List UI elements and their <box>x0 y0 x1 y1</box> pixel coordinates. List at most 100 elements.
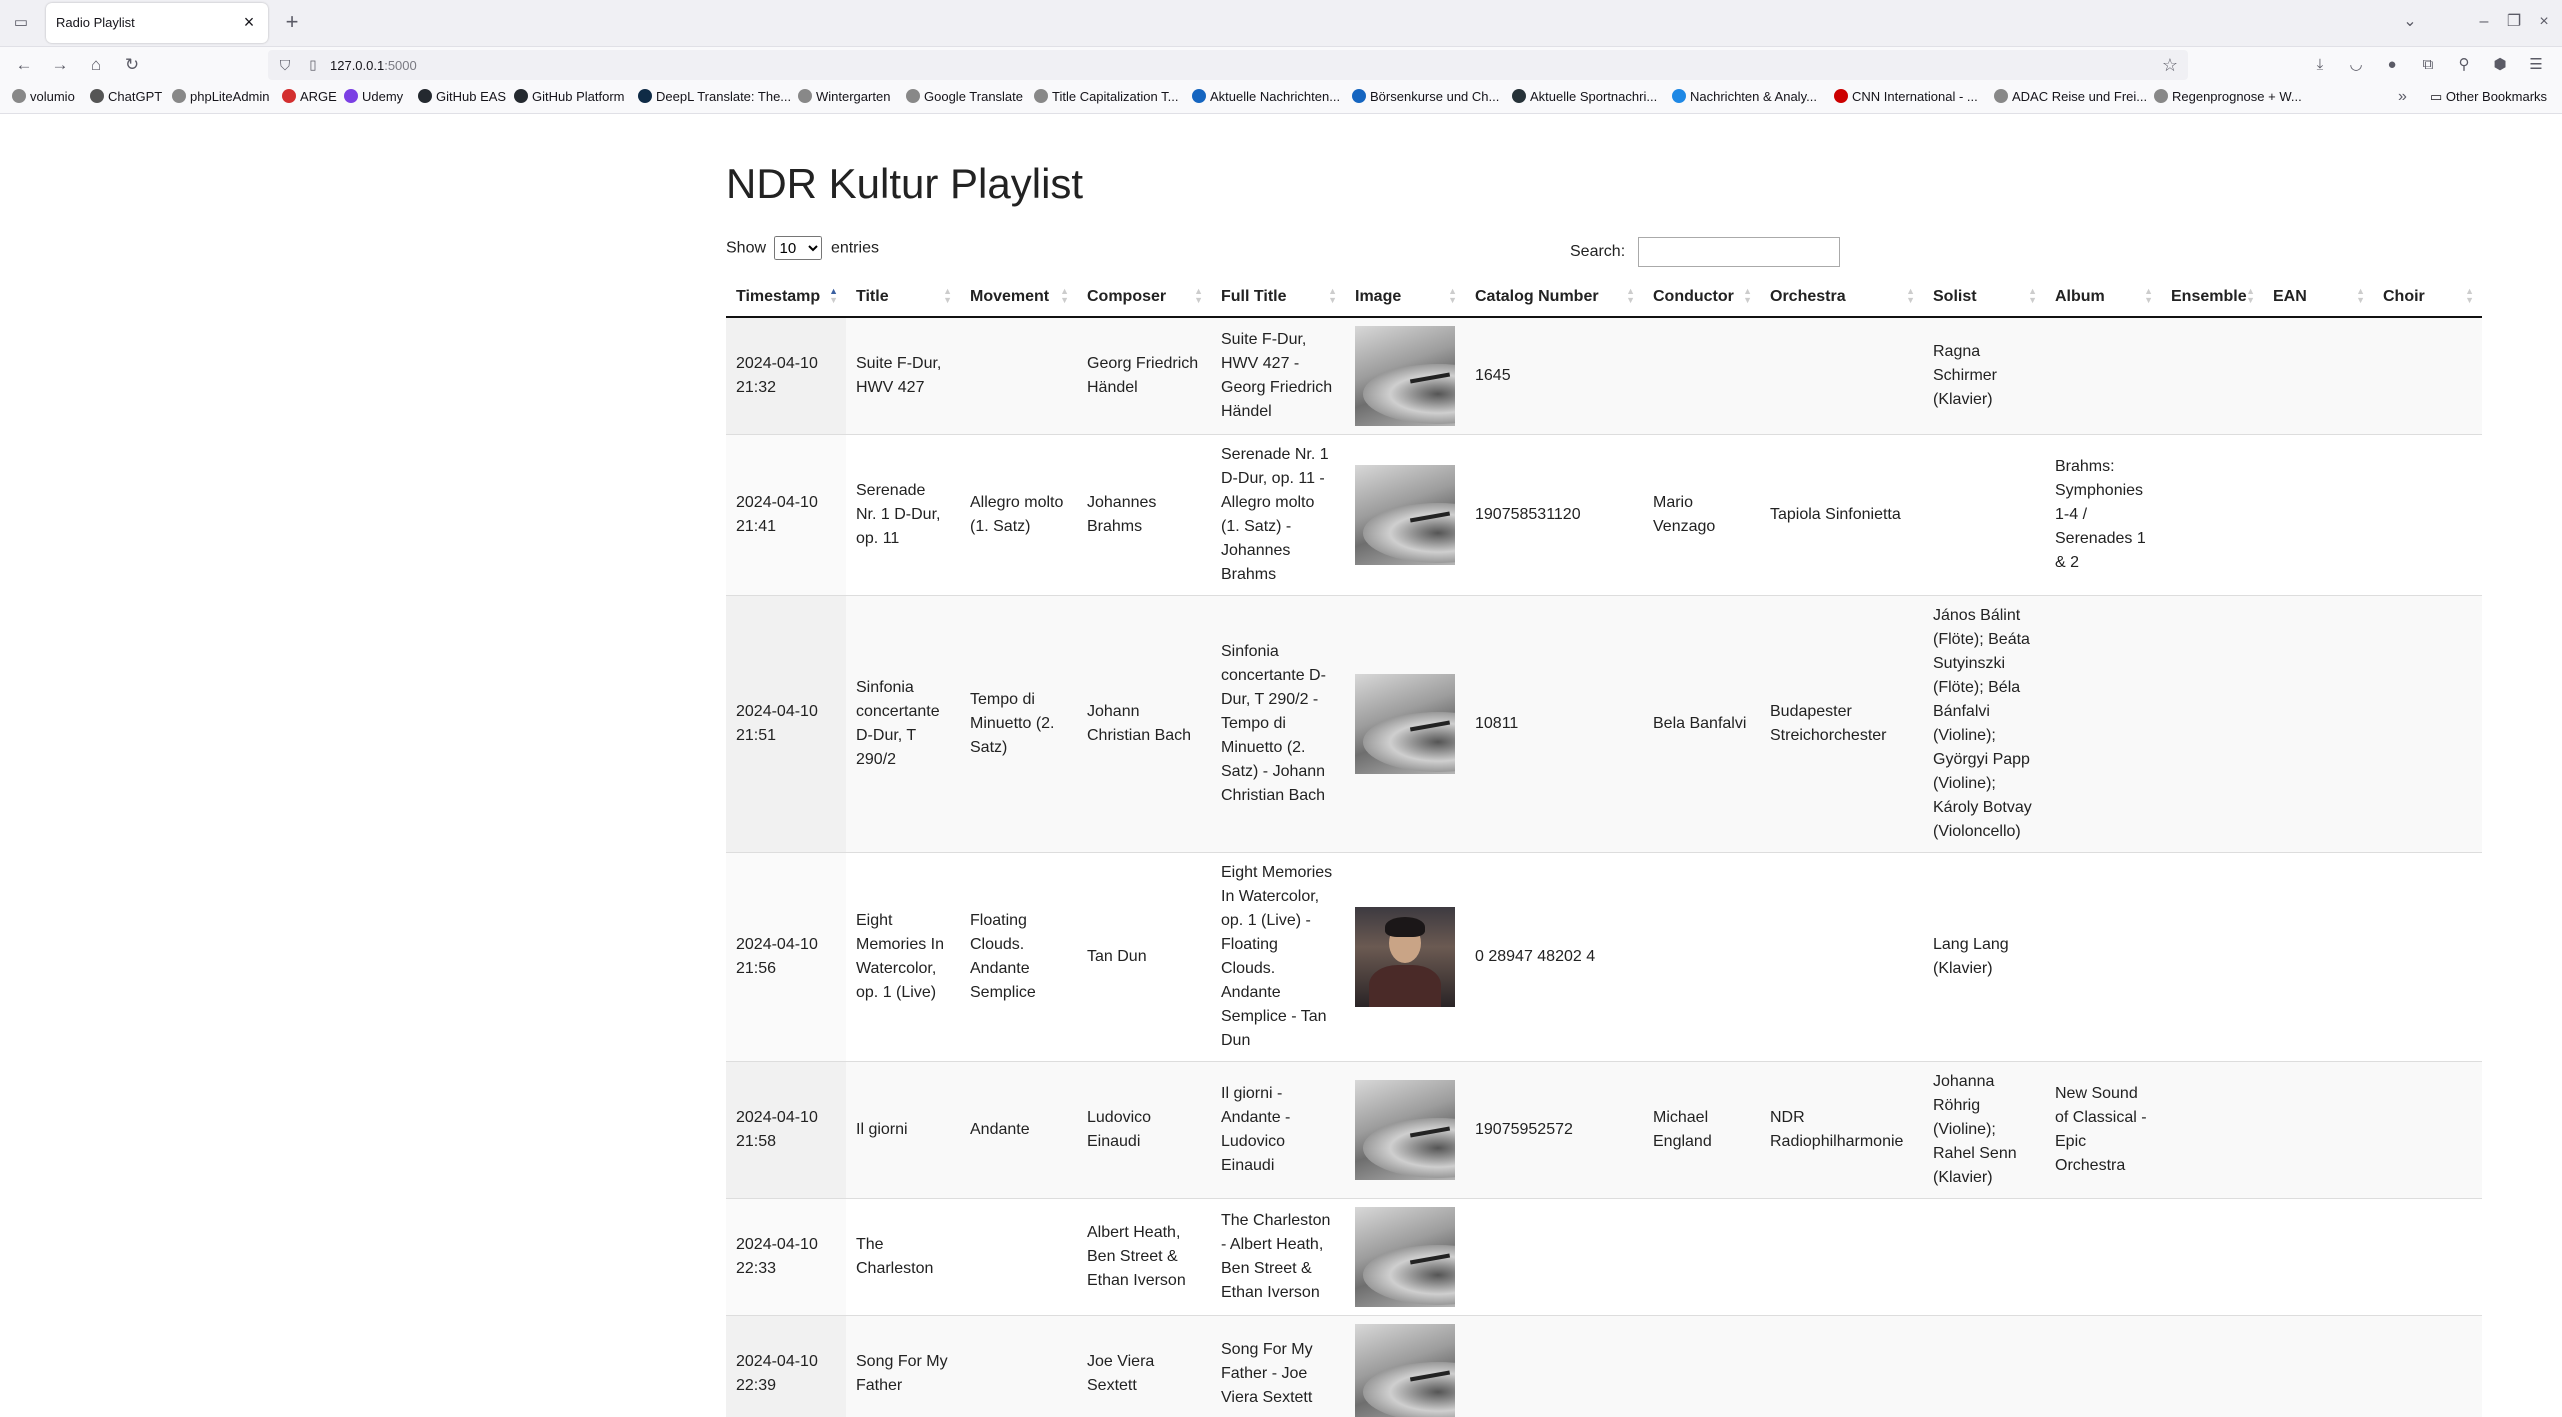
cell-timestamp: 2024-04-10 21:32 <box>726 316 846 435</box>
extensions-icon[interactable]: ⧉ <box>2416 53 2440 77</box>
restore-icon[interactable]: ❐ <box>2502 10 2526 34</box>
url-text[interactable]: 127.0.0.1:5000 <box>330 58 417 73</box>
bookmark-item[interactable]: GitHub Platform <box>514 89 624 104</box>
cell-album: Brahms: Symphonies 1-4 / Serenades 1 & 2 <box>2045 434 2161 596</box>
column-header-choir[interactable]: Choir ▲ ▼ <box>2373 278 2482 318</box>
column-header-title[interactable]: Title ▲ ▼ <box>846 278 960 318</box>
globe-icon <box>906 89 920 103</box>
entries-select[interactable]: 102550100 <box>774 236 823 260</box>
playlist-table-container: Timestamp ▲ ▼ Title ▲ ▼ Movement ▲ ▼ Composer ▲ ▼ Fu… <box>726 278 2482 1417</box>
cell-full-title: Suite F-Dur, HWV 427 - Georg Friedrich H… <box>1211 316 1345 435</box>
entries-label: entries <box>830 239 879 257</box>
bookmark-item[interactable]: ARGE <box>282 89 337 104</box>
reload-icon[interactable]: ↻ <box>120 53 144 77</box>
cell-composer: Joe Viera Sextett <box>1077 1315 1211 1417</box>
bookmark-item[interactable]: ChatGPT <box>90 89 162 104</box>
cell-image <box>1345 595 1465 853</box>
bookmark-item[interactable]: Regenprognose + W... <box>2154 89 2302 104</box>
pocket-icon[interactable]: ◡ <box>2344 53 2368 77</box>
shield-icon[interactable]: ⛉ <box>276 56 294 74</box>
back-icon[interactable]: ← <box>12 53 36 77</box>
home-icon[interactable]: ⌂ <box>84 53 108 77</box>
bookmark-item[interactable]: Wintergarten <box>798 89 890 104</box>
cell-composer: Tan Dun <box>1077 852 1211 1062</box>
bookmark-item[interactable]: Google Translate <box>906 89 1023 104</box>
other-bookmarks[interactable]: ▭ Other Bookmarks <box>2430 89 2547 105</box>
tab-radio-playlist[interactable]: Radio Playlist × <box>46 3 268 43</box>
bookmark-item[interactable]: Nachrichten & Analy... <box>1672 89 1817 104</box>
cell-album <box>2045 316 2161 435</box>
chevron-right-icon[interactable]: » <box>2398 88 2407 106</box>
sport-icon <box>1512 89 1526 103</box>
column-header-movement[interactable]: Movement ▲ ▼ <box>960 278 1077 318</box>
minimize-icon[interactable]: – <box>2472 10 2496 34</box>
cell-timestamp: 2024-04-10 21:56 <box>726 852 846 1062</box>
page-info-icon[interactable]: ▯ <box>304 56 322 74</box>
close-window-icon[interactable]: × <box>2532 10 2556 34</box>
extension-shield-icon[interactable]: ⬢ <box>2488 53 2512 77</box>
turntable-image <box>1355 1080 1455 1180</box>
column-header-label: Conductor <box>1653 288 1734 305</box>
tab-bar: ▭ Radio Playlist × + ⌄ – ❐ × <box>0 0 2562 47</box>
bookmark-label: Börsenkurse und Ch... <box>1370 89 1500 104</box>
bookmark-item[interactable]: Börsenkurse und Ch... <box>1352 89 1499 104</box>
column-header-image[interactable]: Image ▲ ▼ <box>1345 278 1465 318</box>
cell-ean <box>2263 1061 2373 1199</box>
cell-title: The Charleston <box>846 1198 960 1316</box>
bookmark-item[interactable]: GitHub EAS <box>418 89 506 104</box>
cell-title: Il giorni <box>846 1061 960 1199</box>
column-header-album[interactable]: Album ▲ ▼ <box>2045 278 2161 318</box>
bookmark-item[interactable]: Udemy <box>344 89 403 104</box>
cell-ensemble <box>2161 852 2263 1062</box>
cell-album <box>2045 852 2161 1062</box>
bookmark-label: GitHub EAS <box>436 89 507 104</box>
column-header-composer[interactable]: Composer ▲ ▼ <box>1077 278 1211 318</box>
column-header-ensemble[interactable]: Ensemble ▲ ▼ <box>2161 278 2263 318</box>
cell-choir <box>2373 852 2482 1062</box>
cell-movement: Floating Clouds. Andante Semplice <box>960 852 1077 1062</box>
news-icon <box>1352 89 1366 103</box>
sort-arrows-icon: ▲ ▼ <box>1194 286 1203 305</box>
bookmark-item[interactable]: volumio <box>12 89 75 104</box>
sort-arrows-icon: ▲ ▼ <box>2144 286 2153 305</box>
column-header-ean[interactable]: EAN ▲ ▼ <box>2263 278 2373 318</box>
cell-orchestra <box>1760 1198 1923 1316</box>
cell-movement: Allegro molto (1. Satz) <box>960 434 1077 596</box>
bookmark-label: Google Translate <box>924 89 1024 104</box>
column-header-label: Movement <box>970 288 1050 305</box>
bookmark-item[interactable]: Aktuelle Nachrichten... <box>1192 89 1340 104</box>
cell-solist: János Bálint (Flöte); Beáta Sutyinszki (… <box>1923 595 2045 853</box>
sort-arrows-icon: ▲ ▼ <box>1906 286 1915 305</box>
tab-close-icon[interactable]: × <box>238 11 260 33</box>
column-header-full-title[interactable]: Full Title ▲ ▼ <box>1211 278 1345 318</box>
bookmark-label: ADAC Reise und Frei... <box>2012 89 2148 104</box>
bookmark-item[interactable]: Aktuelle Sportnachri... <box>1512 89 1657 104</box>
table-row: 2024-04-10 21:32 Suite F-Dur, HWV 427 Geor… <box>726 316 2482 435</box>
downloads-icon[interactable]: ⤓ <box>2308 53 2332 77</box>
extension-t-icon[interactable]: ● <box>2380 53 2404 77</box>
bookmark-item[interactable]: CNN International - ... <box>1834 89 1978 104</box>
menu-icon[interactable]: ☰ <box>2524 53 2548 77</box>
search-extension-icon[interactable]: ⚲ <box>2452 53 2476 77</box>
forward-icon[interactable]: → <box>48 53 72 77</box>
globe-icon <box>798 89 812 103</box>
bookmark-item[interactable]: phpLiteAdmin <box>172 89 270 104</box>
bookmark-label: ARGE <box>300 89 337 104</box>
column-header-conductor[interactable]: Conductor ▲ ▼ <box>1643 278 1760 318</box>
bookmark-item[interactable]: DeepL Translate: The... <box>638 89 791 104</box>
deepl-icon <box>638 89 652 103</box>
column-header-orchestra[interactable]: Orchestra ▲ ▼ <box>1760 278 1923 318</box>
url-bar[interactable]: ⛉ ▯ 127.0.0.1:5000 ☆ <box>268 50 2188 80</box>
search-input[interactable] <box>1637 237 1840 267</box>
cell-timestamp: 2024-04-10 21:58 <box>726 1061 846 1199</box>
column-header-timestamp[interactable]: Timestamp ▲ ▼ <box>726 278 846 318</box>
chevron-down-icon[interactable]: ⌄ <box>2398 10 2422 34</box>
tab-list-icon[interactable]: ▭ <box>10 12 32 34</box>
bookmark-item[interactable]: Title Capitalization T... <box>1034 89 1178 104</box>
bookmark-item[interactable]: ADAC Reise und Frei... <box>1994 89 2147 104</box>
new-tab-icon[interactable]: + <box>279 10 305 36</box>
bookmark-star-icon[interactable]: ☆ <box>2162 55 2178 76</box>
column-header-catalog-number[interactable]: Catalog Number ▲ ▼ <box>1465 278 1643 318</box>
column-header-solist[interactable]: Solist ▲ ▼ <box>1923 278 2045 318</box>
cell-orchestra: Budapester Streichorchester <box>1760 595 1923 853</box>
